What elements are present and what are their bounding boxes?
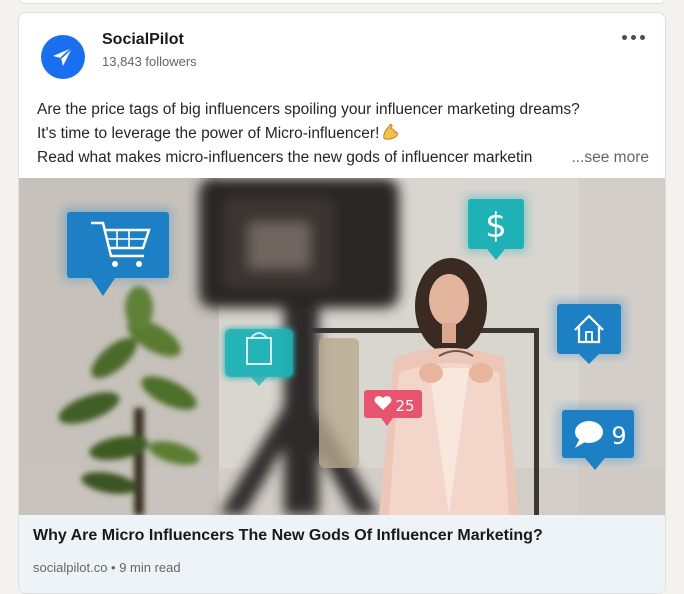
post-text-line: Read what makes micro-influencers the ne… xyxy=(37,146,649,170)
home-icon xyxy=(553,300,625,364)
socialpilot-logo[interactable] xyxy=(41,35,85,79)
article-meta: socialpilot.co • 9 min read xyxy=(33,560,181,575)
paper-plane-icon xyxy=(53,47,73,66)
feed-post-card: SocialPilot 13,843 followers Are the pri… xyxy=(18,12,666,594)
article-link[interactable]: Why Are Micro Influencers The New Gods O… xyxy=(19,515,665,593)
more-horizontal-icon xyxy=(630,34,636,40)
post-text-line: It's time to leverage the power of Micro… xyxy=(37,122,649,146)
likes-count: 25 xyxy=(395,397,414,415)
article-photo-illustration: $ 25 9 xyxy=(19,178,665,515)
comment-count: 9 xyxy=(611,422,626,450)
follower-count: 13,843 followers xyxy=(102,54,197,69)
post-text-line-content: Read what makes micro-influencers the ne… xyxy=(37,149,533,166)
more-options-button[interactable] xyxy=(617,27,649,47)
author-name[interactable]: SocialPilot xyxy=(102,31,184,49)
post-text: Are the price tags of big influencers sp… xyxy=(37,98,649,170)
post-header: SocialPilot 13,843 followers xyxy=(19,13,665,93)
article-title[interactable]: Why Are Micro Influencers The New Gods O… xyxy=(33,527,543,545)
previous-post-card xyxy=(18,0,666,4)
more-horizontal-icon xyxy=(639,34,645,40)
more-horizontal-icon xyxy=(621,34,627,40)
flexed-biceps-icon xyxy=(383,124,399,140)
article-image[interactable]: $ 25 9 xyxy=(19,178,665,515)
see-more-link[interactable]: ...see more xyxy=(571,146,649,170)
post-text-line-content: It's time to leverage the power of Micro… xyxy=(37,125,380,142)
dollar-label: $ xyxy=(485,206,507,246)
post-text-line: Are the price tags of big influencers sp… xyxy=(37,101,580,118)
